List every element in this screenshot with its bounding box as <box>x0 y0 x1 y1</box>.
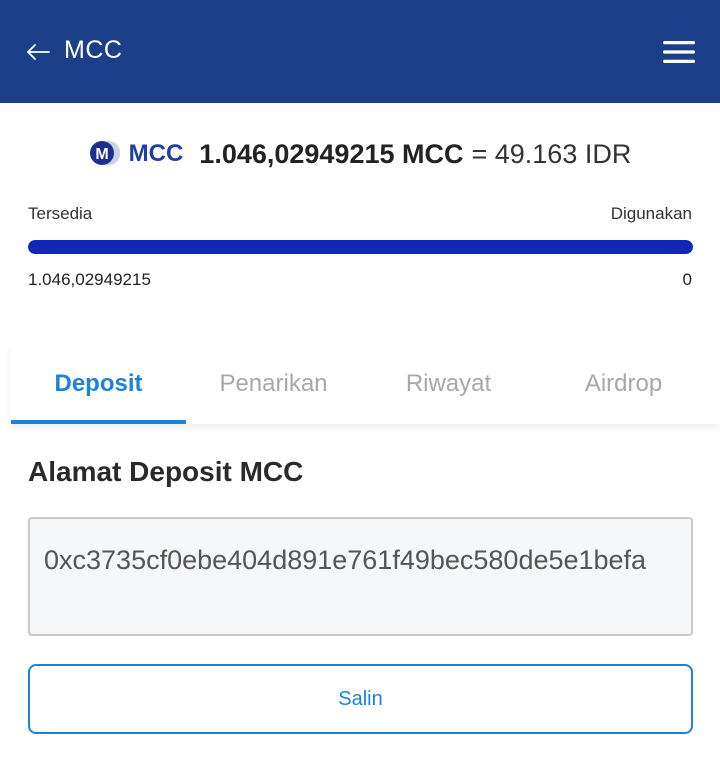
tab-deposit[interactable]: Deposit <box>11 344 186 424</box>
balance-line: M MCC 1.046,02949215 MCC = 49.163 IDR <box>0 134 720 174</box>
deposit-address-field[interactable]: 0xc3735cf0ebe404d891e761f49bec580de5e1be… <box>28 517 693 636</box>
copy-button[interactable]: Salin <box>28 664 693 734</box>
available-label: Tersedia <box>28 204 93 223</box>
used-value: 0 <box>682 270 692 289</box>
fiat-equivalent: = 49.163 IDR <box>471 138 632 169</box>
coin-name: MCC <box>128 140 184 167</box>
available-value: 1.046,02949215 <box>28 270 151 289</box>
page: MCC M MCC 1.046,02949215 MCC = 49.163 ID… <box>0 0 720 765</box>
svg-text:M: M <box>95 146 108 163</box>
page-title: MCC <box>64 36 123 64</box>
used-label: Digunakan <box>610 204 692 223</box>
balance-summary: M MCC 1.046,02949215 MCC = 49.163 IDR Te… <box>0 104 720 342</box>
tab-airdrop[interactable]: Airdrop <box>536 344 711 424</box>
app-header: MCC <box>0 0 720 103</box>
coin-balance-amount: 1.046,02949215 MCC <box>199 138 464 169</box>
balance-progress-bar <box>28 240 693 254</box>
tab-riwayat[interactable]: Riwayat <box>361 344 536 424</box>
arrow-left-icon[interactable] <box>24 38 52 66</box>
tab-bar: Deposit Penarikan Riwayat Airdrop <box>11 344 720 424</box>
mcc-logo-icon: M <box>89 141 120 165</box>
hamburger-menu-icon[interactable] <box>662 38 696 66</box>
tab-penarikan[interactable]: Penarikan <box>186 344 361 424</box>
balance-progress-fill <box>28 240 693 254</box>
deposit-section-title: Alamat Deposit MCC <box>28 456 304 487</box>
